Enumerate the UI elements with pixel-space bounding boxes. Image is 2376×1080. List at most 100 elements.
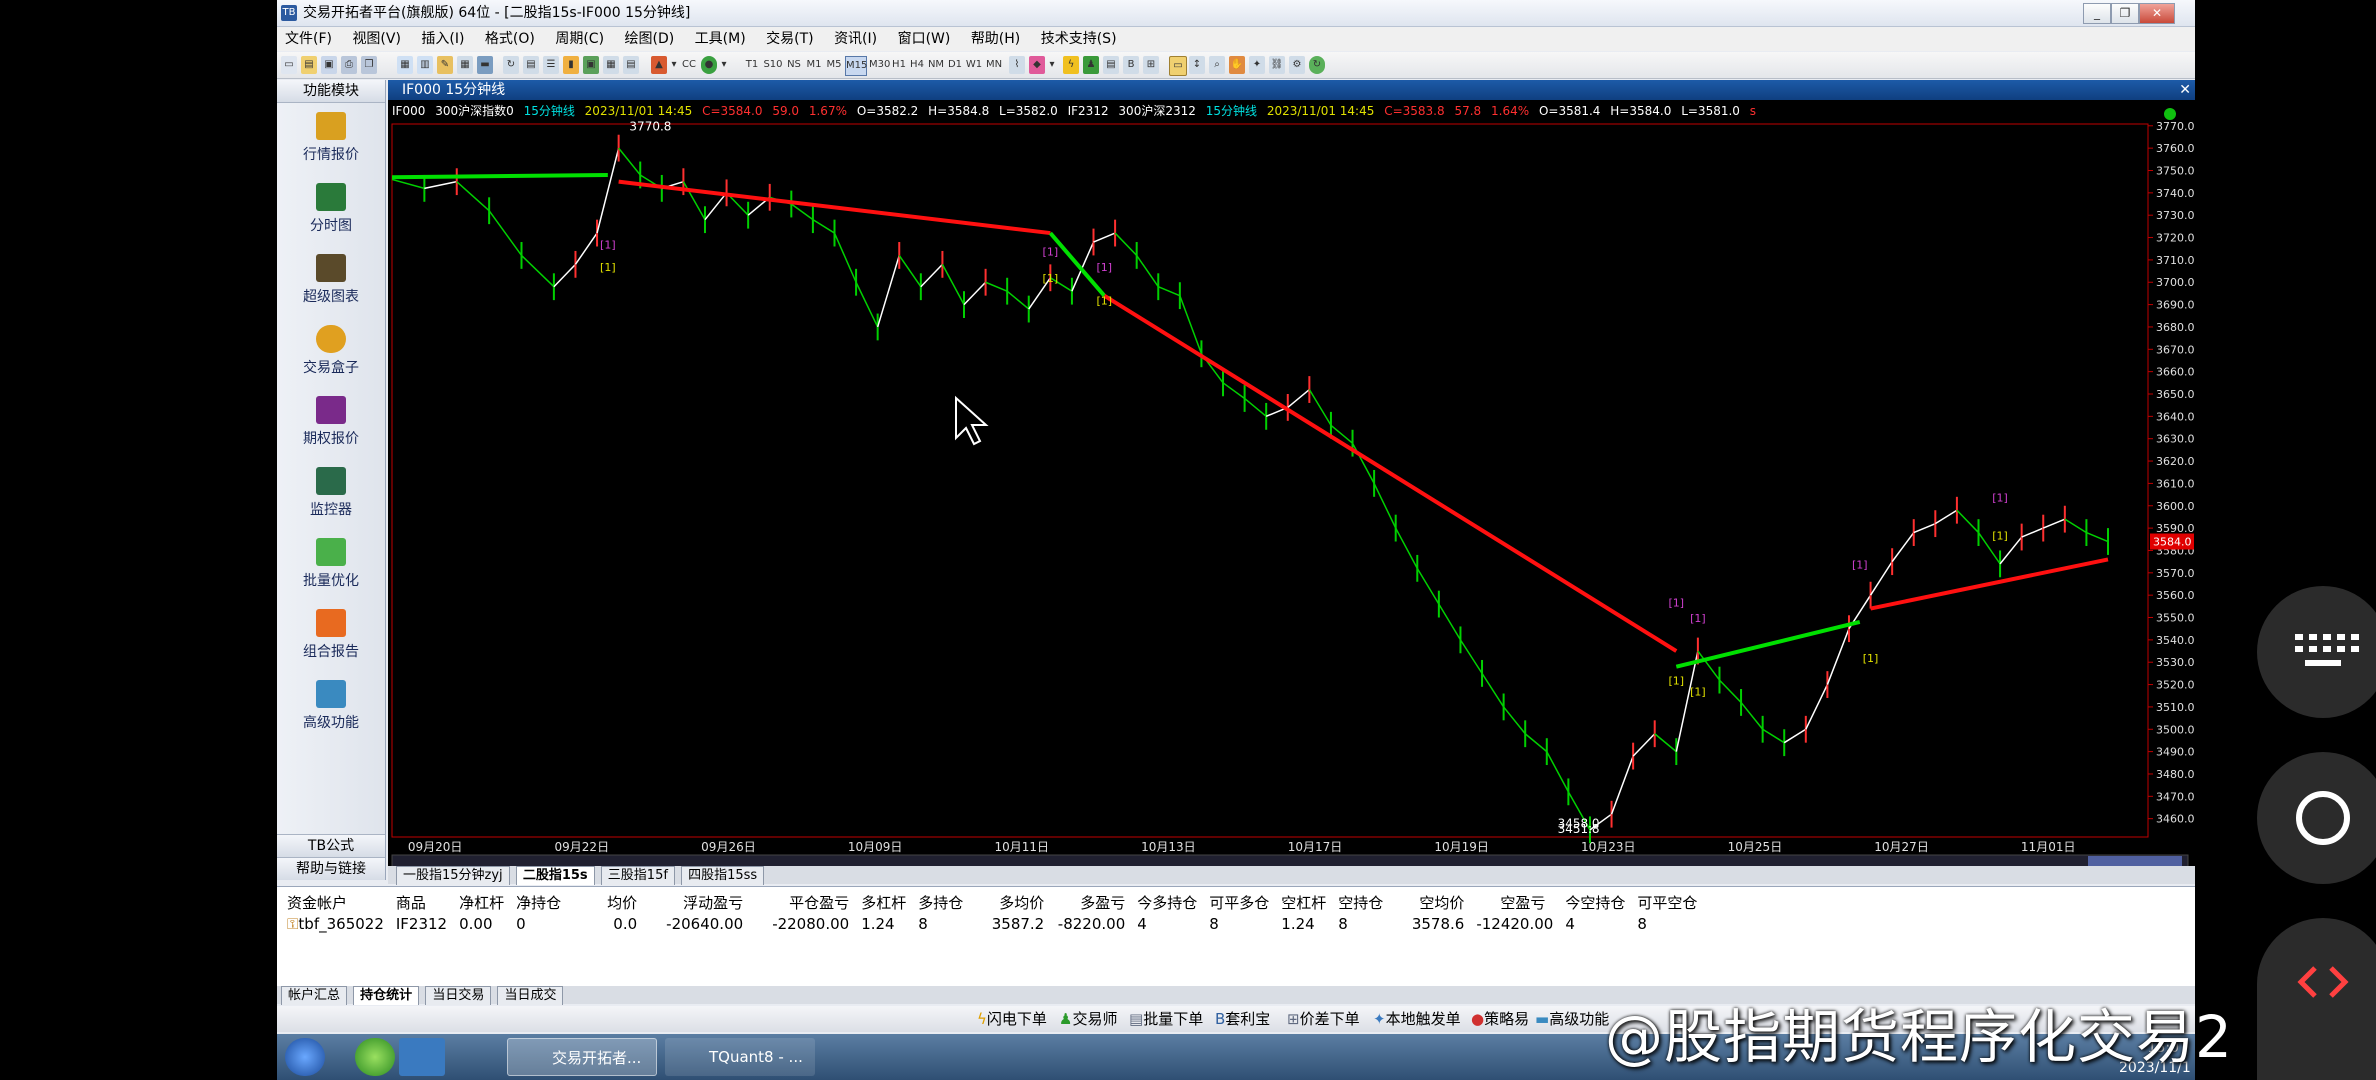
menu-draw[interactable]: 绘图(D) bbox=[616, 27, 682, 51]
start-button[interactable] bbox=[285, 1038, 325, 1076]
calc-icon[interactable]: ▦ bbox=[603, 56, 619, 74]
tab-chart-3[interactable]: 三股指15f bbox=[600, 866, 675, 885]
lock-icon[interactable]: ▮ bbox=[563, 56, 579, 74]
table-icon[interactable]: ▤ bbox=[523, 56, 539, 74]
monitor-tool-icon[interactable]: ▣ bbox=[583, 56, 599, 74]
line-chart-icon[interactable]: ⌇ bbox=[1009, 56, 1025, 74]
reload-icon[interactable]: ↻ bbox=[1309, 56, 1325, 74]
period-m15[interactable]: M15 bbox=[845, 56, 867, 76]
taskbar-item-tb[interactable]: 交易开拓者... bbox=[507, 1038, 657, 1076]
period-m30[interactable]: M30 bbox=[869, 56, 890, 74]
media-icon[interactable] bbox=[399, 1038, 445, 1076]
tb-formula-button[interactable]: TB公式 bbox=[277, 834, 385, 857]
dropdown-icon-2[interactable]: ▾ bbox=[719, 56, 729, 74]
save-icon[interactable]: ▣ bbox=[321, 56, 337, 74]
close-button[interactable]: ✕ bbox=[2139, 3, 2175, 24]
batch-order-icon[interactable]: ▤ bbox=[1103, 56, 1119, 74]
dropdown-icon[interactable]: ▾ bbox=[669, 56, 679, 74]
period-nm[interactable]: NM bbox=[927, 56, 945, 74]
sidebar-item-options[interactable]: 期权报价 bbox=[277, 388, 385, 458]
menu-file[interactable]: 文件(F) bbox=[277, 27, 340, 51]
palette-icon[interactable]: ◆ bbox=[1029, 56, 1045, 74]
period-h1[interactable]: H1 bbox=[891, 56, 907, 74]
trader-button[interactable]: ♟交易师 bbox=[1059, 1006, 1117, 1032]
lightning-icon[interactable]: ϟ bbox=[1063, 56, 1079, 74]
layout-icon[interactable]: ▦ bbox=[397, 56, 413, 74]
menu-info[interactable]: 资讯(I) bbox=[826, 27, 885, 51]
period-ns[interactable]: NS bbox=[785, 56, 803, 74]
sidebar-item-advanced[interactable]: 高级功能 bbox=[277, 672, 385, 742]
sidebar-item-report[interactable]: 组合报告 bbox=[277, 601, 385, 671]
keyboard-button[interactable] bbox=[2257, 586, 2376, 718]
period-h4[interactable]: H4 bbox=[909, 56, 925, 74]
arbitrage-icon[interactable]: B bbox=[1123, 56, 1139, 74]
ruler-icon[interactable]: ↕ bbox=[1189, 56, 1205, 74]
spread-order-button[interactable]: ⊞价差下单 bbox=[1287, 1006, 1360, 1032]
tab-chart-4[interactable]: 四股指15ss bbox=[681, 866, 765, 885]
batch-order-button[interactable]: ▤批量下单 bbox=[1129, 1006, 1203, 1032]
dropdown-icon-3[interactable]: ▾ bbox=[1047, 56, 1057, 74]
menu-period[interactable]: 周期(C) bbox=[547, 27, 612, 51]
period-w1[interactable]: W1 bbox=[965, 56, 983, 74]
sidebar-item-timeshare[interactable]: 分时图 bbox=[277, 175, 385, 245]
period-s10[interactable]: S10 bbox=[763, 56, 783, 74]
help-links-button[interactable]: 帮助与链接 bbox=[277, 857, 385, 880]
ie-icon[interactable] bbox=[355, 1038, 395, 1076]
print-icon[interactable]: ⎙ bbox=[341, 56, 357, 74]
period-d1[interactable]: D1 bbox=[947, 56, 963, 74]
table-row[interactable]: ⚿tbf_365022 IF2312 0.00 0 0.0 -20640.00 … bbox=[281, 913, 1703, 935]
tab-chart-2[interactable]: 二股指15s bbox=[515, 866, 595, 885]
grid-icon[interactable]: ▦ bbox=[457, 56, 473, 74]
taskbar-item-tquant[interactable]: TQuant8 - ... bbox=[665, 1038, 815, 1076]
list-icon[interactable]: ☰ bbox=[543, 56, 559, 74]
menu-insert[interactable]: 插入(I) bbox=[413, 27, 472, 51]
refresh-icon[interactable]: ↻ bbox=[503, 56, 519, 74]
menu-view[interactable]: 视图(V) bbox=[344, 27, 409, 51]
green-dot-icon[interactable]: ● bbox=[701, 56, 717, 74]
tab-position-stats[interactable]: 持仓统计 bbox=[353, 986, 420, 1005]
sidebar-item-superchart[interactable]: 超级图表 bbox=[277, 246, 385, 316]
sidebar-item-tradebox[interactable]: 交易盒子 bbox=[277, 317, 385, 387]
tab-account-summary[interactable]: 帐户汇总 bbox=[281, 986, 348, 1005]
price-chart[interactable]: 3460.0 3470.0 3480.0 3490.0 3500.0 3510.0 3520… bbox=[388, 102, 2195, 867]
zoom-icon[interactable]: ⌕ bbox=[1209, 56, 1225, 74]
minimize-button[interactable]: _ bbox=[2083, 3, 2111, 24]
window-icon[interactable]: ▥ bbox=[417, 56, 433, 74]
local-trigger-button[interactable]: ✦本地触发单 bbox=[1373, 1006, 1461, 1032]
advanced-button[interactable]: ▬高级功能 bbox=[1535, 1006, 1609, 1032]
tab-today-trades[interactable]: 当日交易 bbox=[425, 986, 492, 1005]
period-m5[interactable]: M5 bbox=[825, 56, 843, 74]
edit-icon[interactable]: ✎ bbox=[437, 56, 453, 74]
sidebar-item-quotes[interactable]: 行情报价 bbox=[277, 104, 385, 174]
tab-chart-1[interactable]: 一股指15分钟zyj bbox=[396, 866, 510, 885]
link-icon[interactable]: ⛓ bbox=[1269, 56, 1285, 74]
tab-today-fills[interactable]: 当日成交 bbox=[497, 986, 564, 1005]
menu-support[interactable]: 技术支持(S) bbox=[1033, 27, 1125, 51]
sidebar-item-batch[interactable]: 批量优化 bbox=[277, 530, 385, 600]
flash-order-button[interactable]: ϟ闪电下单 bbox=[977, 1006, 1047, 1032]
code-button[interactable] bbox=[2257, 918, 2376, 1080]
arbitrage-button[interactable]: B套利宝 bbox=[1215, 1006, 1270, 1032]
chart-close-icon[interactable]: ✕ bbox=[2179, 80, 2191, 100]
sidebar-item-monitor[interactable]: 监控器 bbox=[277, 459, 385, 529]
menu-trade[interactable]: 交易(T) bbox=[758, 27, 821, 51]
menu-tools[interactable]: 工具(M) bbox=[687, 27, 754, 51]
period-t1[interactable]: T1 bbox=[743, 56, 761, 74]
spread-icon[interactable]: ⊞ bbox=[1143, 56, 1159, 74]
screen-icon[interactable]: ▭ bbox=[1169, 56, 1187, 76]
period-mn[interactable]: MN bbox=[985, 56, 1003, 74]
cc-label[interactable]: CC bbox=[681, 56, 697, 74]
hand-icon[interactable]: ✋ bbox=[1229, 56, 1245, 74]
menu-window[interactable]: 窗口(W) bbox=[890, 27, 959, 51]
strategy-button[interactable]: ●策略易 bbox=[1471, 1006, 1529, 1032]
display-icon[interactable]: ▬ bbox=[477, 56, 493, 74]
indicator-icon[interactable]: ▲ bbox=[651, 56, 667, 74]
chart-tool-icon[interactable]: ▤ bbox=[623, 56, 639, 74]
menu-help[interactable]: 帮助(H) bbox=[963, 27, 1028, 51]
period-m1[interactable]: M1 bbox=[805, 56, 823, 74]
trader-icon[interactable]: ♟ bbox=[1083, 56, 1099, 74]
menu-format[interactable]: 格式(O) bbox=[477, 27, 543, 51]
pin-icon[interactable]: ✦ bbox=[1249, 56, 1265, 74]
copy-icon[interactable]: ❐ bbox=[361, 56, 377, 74]
tool-icon[interactable]: ⚙ bbox=[1289, 56, 1305, 74]
